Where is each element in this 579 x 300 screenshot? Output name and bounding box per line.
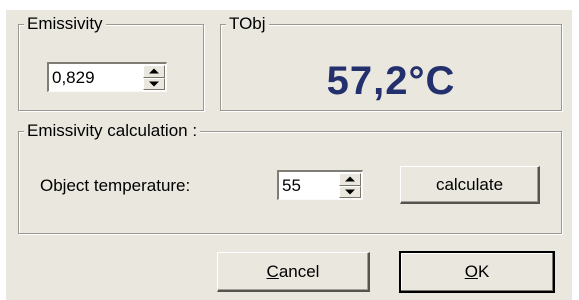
emissivity-spin-arrows [143,65,165,90]
arrow-up-icon [345,176,355,182]
object-temperature-label: Object temperature: [40,176,191,195]
emissivity-decrement-button[interactable] [143,77,165,90]
cancel-label: Cancel [266,262,320,281]
ok-label: OK [464,262,490,281]
tobj-legend: TObj [226,15,269,33]
ok-button[interactable]: OK [399,251,555,293]
object-temperature-decrement-button[interactable] [339,185,361,198]
arrow-down-icon [345,189,355,195]
emissivity-dialog: Emissivity 0,829 TObj 57,2°C Emissivity … [6,10,572,300]
arrow-down-icon [149,81,159,87]
cancel-button[interactable]: Cancel [217,252,370,292]
calculate-label: calculate [435,175,504,194]
object-temperature-increment-button[interactable] [339,173,361,186]
emissivity-value[interactable]: 0,829 [52,68,95,88]
object-temperature-spinbox[interactable]: 55 [277,170,363,200]
calculate-button[interactable]: calculate [400,166,540,204]
arrow-up-icon [149,68,159,74]
emissivity-spinbox[interactable]: 0,829 [47,62,167,92]
object-temperature-spin-arrows [339,173,361,198]
tobj-group: TObj 57,2°C [220,15,562,111]
emissivity-increment-button[interactable] [143,65,165,78]
emissivity-calculation-legend: Emissivity calculation : [24,122,201,140]
object-temperature-value[interactable]: 55 [282,176,301,196]
emissivity-legend: Emissivity [24,15,106,33]
object-temperature-reading: 57,2°C [326,59,456,103]
